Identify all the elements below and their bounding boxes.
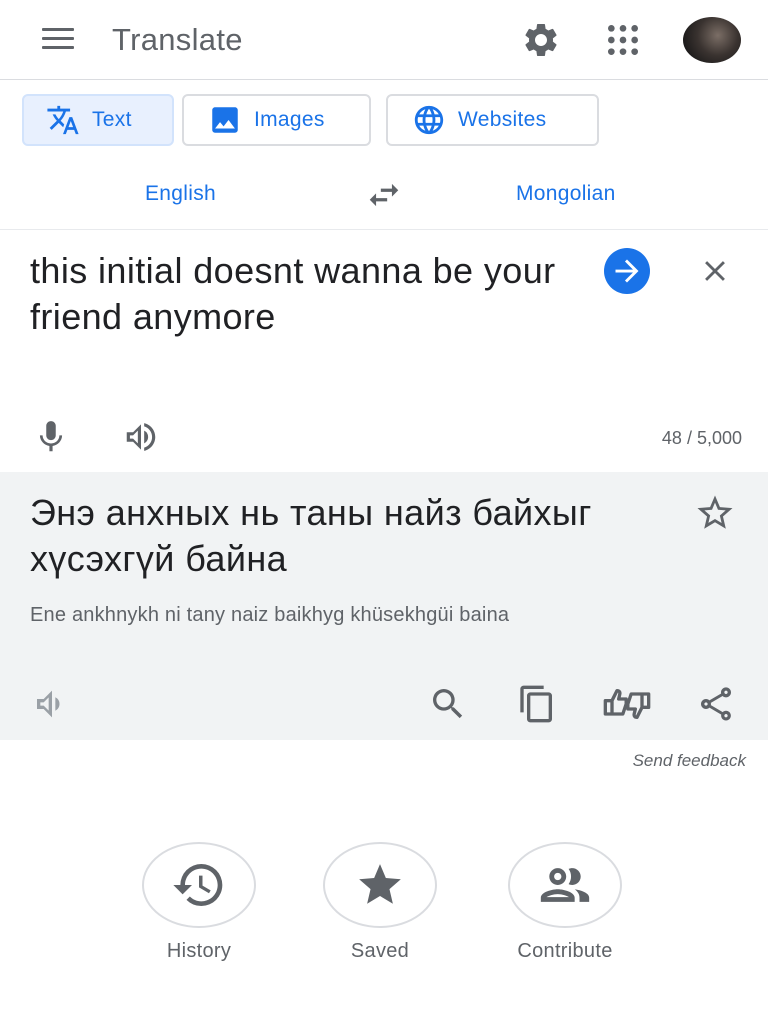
contribute-label: Contribute [517, 940, 613, 962]
translate-arrow-icon[interactable] [604, 248, 650, 294]
target-language-button[interactable]: Mongolian [516, 182, 616, 206]
star-filled-icon [323, 842, 437, 928]
user-avatar[interactable] [683, 17, 741, 63]
websites-mode-label: Websites [458, 108, 547, 131]
microphone-icon[interactable] [32, 418, 70, 456]
language-bar: English Mongolian [0, 162, 768, 230]
mode-selector: Text Images Websites [0, 94, 768, 148]
history-icon [142, 842, 256, 928]
saved-label: Saved [350, 940, 410, 962]
text-mode-button[interactable]: Text [22, 94, 174, 146]
websites-mode-button[interactable]: Websites [386, 94, 599, 146]
app-title: Translate [112, 22, 243, 57]
transliteration-text: Ene ankhnykh ni tany naiz baikhyg khüsek… [30, 604, 510, 626]
translate-icon [47, 105, 79, 135]
saved-button[interactable]: Saved [315, 842, 445, 963]
close-icon[interactable] [698, 254, 732, 288]
copy-icon[interactable] [517, 684, 557, 724]
image-icon [212, 107, 238, 133]
translation-result-panel: Энэ анхных нь таны найз байхыг хүсэхгүй … [0, 472, 768, 740]
source-text-input[interactable]: this initial doesnt wanna be your friend… [30, 248, 590, 340]
gear-icon[interactable] [521, 20, 561, 60]
rate-translation-icon[interactable] [602, 684, 652, 724]
text-mode-label: Text [92, 108, 132, 131]
history-button[interactable]: History [134, 842, 264, 963]
translated-text: Энэ анхных нь таны найз байхыг хүсэхгүй … [30, 492, 592, 579]
people-icon [508, 842, 622, 928]
history-label: History [166, 940, 232, 962]
star-outline-icon[interactable] [694, 492, 736, 534]
speaker-icon[interactable] [120, 418, 162, 456]
send-feedback-link[interactable]: Send feedback [560, 751, 746, 771]
share-icon[interactable] [696, 684, 736, 724]
apps-grid-icon[interactable] [603, 20, 643, 60]
result-speaker-icon[interactable] [32, 684, 72, 724]
source-language-button[interactable]: English [145, 182, 216, 206]
swap-arrows-icon[interactable] [364, 176, 404, 214]
images-mode-label: Images [254, 108, 325, 131]
hamburger-menu-icon[interactable] [38, 26, 80, 56]
top-app-bar: Translate [0, 0, 768, 80]
globe-icon [414, 105, 444, 135]
contribute-button[interactable]: Contribute [500, 842, 630, 963]
character-count: 48 / 5,000 [661, 428, 742, 448]
images-mode-button[interactable]: Images [182, 94, 371, 146]
search-icon[interactable] [428, 684, 468, 724]
